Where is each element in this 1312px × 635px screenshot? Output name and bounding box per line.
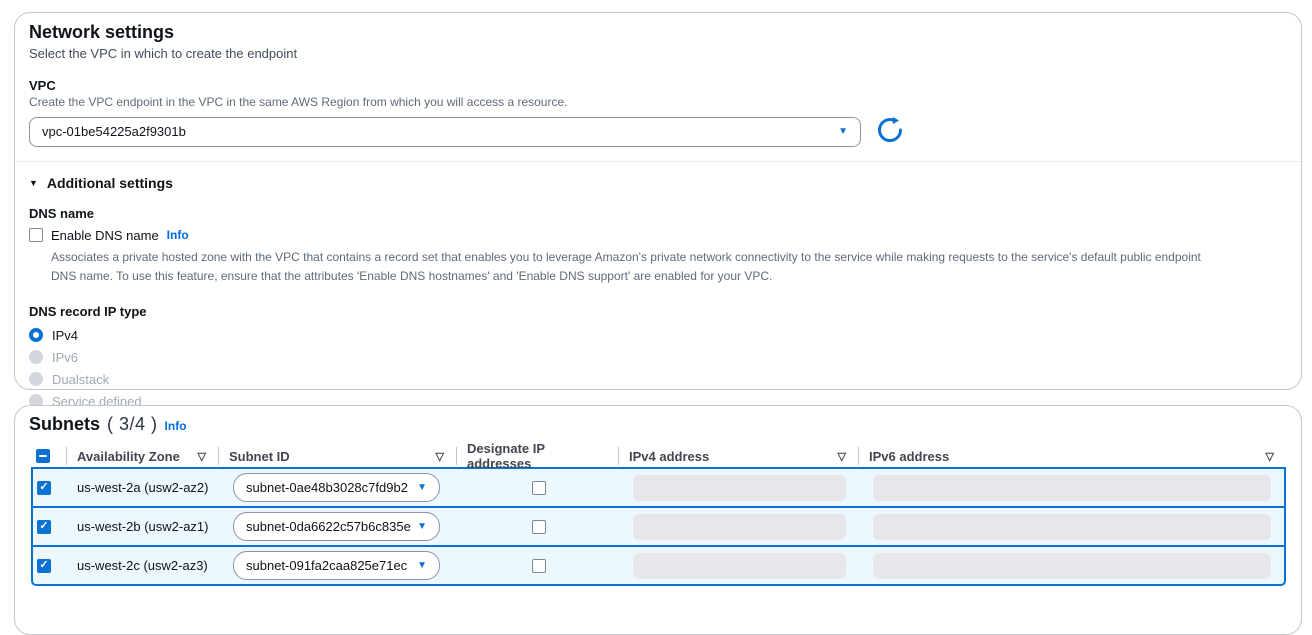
column-header-designate-ip: Designate IP addresses bbox=[456, 447, 618, 465]
column-label: Subnet ID bbox=[229, 449, 290, 464]
column-label: Designate IP addresses bbox=[467, 441, 606, 471]
radio-option-dualstack: Dualstack bbox=[29, 368, 1287, 390]
vpc-description: Create the VPC endpoint in the VPC in th… bbox=[29, 95, 1287, 109]
vpc-select[interactable]: vpc-01be54225a2f9301b ▼ bbox=[29, 117, 861, 147]
refresh-icon bbox=[876, 116, 904, 147]
radio-option-label: Dualstack bbox=[52, 372, 109, 387]
subnets-header: Subnets ( 3/4 ) Info bbox=[15, 406, 1301, 443]
filter-icon[interactable]: ▽ bbox=[838, 450, 846, 463]
vpc-label: VPC bbox=[29, 78, 1287, 93]
radio-option-ipv6: IPv6 bbox=[29, 346, 1287, 368]
subnets-title: Subnets bbox=[29, 414, 100, 435]
section-subtitle: Select the VPC in which to create the en… bbox=[29, 46, 1287, 61]
row-select-checkbox[interactable] bbox=[37, 559, 51, 573]
dns-record-ip-type-group: DNS record IP type IPv4 IPv6 Dualstack S… bbox=[29, 304, 1287, 412]
ipv4-address-field-disabled bbox=[633, 553, 846, 579]
page-title: Network settings bbox=[29, 22, 1287, 43]
ipv4-address-field-disabled bbox=[633, 475, 846, 501]
caret-down-icon: ▼ bbox=[838, 127, 848, 137]
filter-icon[interactable]: ▽ bbox=[1266, 450, 1274, 463]
designate-ip-checkbox[interactable] bbox=[532, 559, 546, 573]
ipv6-address-field-disabled bbox=[873, 475, 1271, 501]
dns-name-info-link[interactable]: Info bbox=[167, 228, 189, 242]
filter-icon[interactable]: ▽ bbox=[198, 450, 206, 463]
column-label: IPv6 address bbox=[869, 449, 949, 464]
subnets-count: ( 3/4 ) bbox=[107, 414, 158, 435]
column-header-ipv4-address: IPv4 address ▽ bbox=[618, 447, 858, 465]
radio-selected-icon[interactable] bbox=[29, 328, 43, 342]
select-all-checkbox[interactable] bbox=[36, 449, 50, 463]
ipv6-address-field-disabled bbox=[873, 514, 1271, 540]
column-label: Availability Zone bbox=[77, 449, 180, 464]
additional-settings-label: Additional settings bbox=[47, 175, 173, 191]
column-header-ipv6-address: IPv6 address ▽ bbox=[858, 447, 1286, 465]
designate-ip-checkbox[interactable] bbox=[532, 481, 546, 495]
caret-down-icon: ▼ bbox=[417, 522, 427, 532]
ipv4-address-field-disabled bbox=[633, 514, 846, 540]
subnet-id-value: subnet-0da6622c57b6c835e bbox=[246, 519, 411, 534]
additional-settings-section: ▼ Additional settings DNS name Enable DN… bbox=[15, 162, 1301, 428]
radio-disabled-icon bbox=[29, 372, 43, 386]
subnet-row: us-west-2b (usw2-az1) subnet-0da6622c57b… bbox=[31, 506, 1286, 547]
vpc-section: Network settings Select the VPC in which… bbox=[15, 13, 1301, 161]
vpc-select-value: vpc-01be54225a2f9301b bbox=[42, 124, 186, 139]
subnets-card: Subnets ( 3/4 ) Info Availability Zone ▽… bbox=[14, 405, 1302, 635]
radio-option-label: IPv6 bbox=[52, 350, 78, 365]
column-label: IPv4 address bbox=[629, 449, 709, 464]
subnets-info-link[interactable]: Info bbox=[165, 419, 187, 433]
radio-option-ipv4: IPv4 bbox=[29, 324, 1287, 346]
designate-ip-checkbox[interactable] bbox=[532, 520, 546, 534]
caret-down-icon: ▼ bbox=[417, 483, 427, 493]
dns-name-description: Associates a private hosted zone with th… bbox=[51, 248, 1229, 285]
subnets-table: Availability Zone ▽ Subnet ID ▽ Designat… bbox=[31, 443, 1286, 586]
dns-name-label: DNS name bbox=[29, 206, 1287, 221]
network-settings-card: Network settings Select the VPC in which… bbox=[14, 12, 1302, 390]
subnet-id-value: subnet-091fa2caa825e71ec bbox=[246, 558, 407, 573]
subnet-id-select[interactable]: subnet-0da6622c57b6c835e ▼ bbox=[233, 512, 440, 541]
filter-icon[interactable]: ▽ bbox=[436, 450, 444, 463]
refresh-button[interactable] bbox=[876, 116, 904, 147]
subnet-id-select[interactable]: subnet-091fa2caa825e71ec ▼ bbox=[233, 551, 440, 580]
radio-disabled-icon bbox=[29, 350, 43, 364]
row-select-checkbox[interactable] bbox=[37, 481, 51, 495]
subnets-table-header: Availability Zone ▽ Subnet ID ▽ Designat… bbox=[31, 443, 1286, 469]
enable-dns-name-text: Enable DNS name bbox=[51, 228, 159, 243]
availability-zone-value: us-west-2b (usw2-az1) bbox=[68, 519, 220, 534]
subnet-row: us-west-2a (usw2-az2) subnet-0ae48b3028c… bbox=[31, 467, 1286, 508]
row-select-checkbox[interactable] bbox=[37, 520, 51, 534]
ipv6-address-field-disabled bbox=[873, 553, 1271, 579]
column-header-subnet-id: Subnet ID ▽ bbox=[218, 447, 456, 465]
additional-settings-toggle[interactable]: ▼ Additional settings bbox=[29, 175, 1287, 191]
column-header-availability-zone: Availability Zone ▽ bbox=[66, 447, 218, 465]
subnet-row: us-west-2c (usw2-az3) subnet-091fa2caa82… bbox=[31, 545, 1286, 586]
dns-record-ip-type-label: DNS record IP type bbox=[29, 304, 1287, 319]
availability-zone-value: us-west-2a (usw2-az2) bbox=[68, 480, 220, 495]
expand-caret-icon: ▼ bbox=[29, 179, 38, 188]
enable-dns-name-checkbox[interactable] bbox=[29, 228, 43, 242]
availability-zone-value: us-west-2c (usw2-az3) bbox=[68, 558, 220, 573]
radio-option-label: IPv4 bbox=[52, 328, 78, 343]
subnet-id-select[interactable]: subnet-0ae48b3028c7fd9b2 ▼ bbox=[233, 473, 440, 502]
subnet-id-value: subnet-0ae48b3028c7fd9b2 bbox=[246, 480, 408, 495]
caret-down-icon: ▼ bbox=[417, 561, 427, 571]
